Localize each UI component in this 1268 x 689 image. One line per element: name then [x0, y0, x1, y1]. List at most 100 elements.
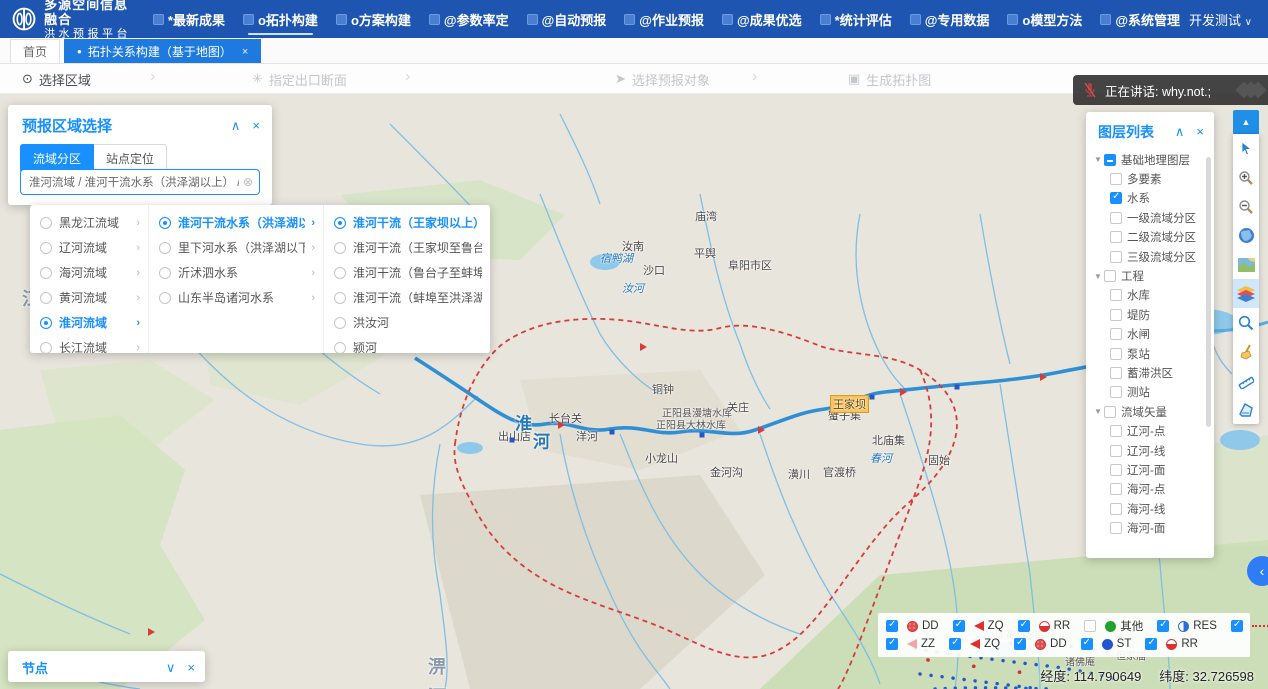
layer-item-dike[interactable]: 堤防: [1094, 305, 1214, 324]
checkbox[interactable]: [1104, 270, 1116, 282]
layer-item-liaohe-polygon[interactable]: 辽河-面: [1094, 460, 1214, 479]
checkbox[interactable]: [1157, 620, 1169, 632]
layer-item-basin-l3[interactable]: 三级流域分区: [1094, 247, 1214, 266]
clear-input-icon[interactable]: ⊗: [243, 175, 253, 189]
checkbox[interactable]: [1014, 638, 1026, 650]
layer-item-basin-l2[interactable]: 二级流域分区: [1094, 228, 1214, 247]
nav-item-result-selection[interactable]: @成果优选: [713, 0, 811, 38]
checkbox[interactable]: [1110, 445, 1122, 457]
checkbox[interactable]: [1084, 620, 1096, 632]
nav-item-latest-results[interactable]: *最新成果: [144, 0, 234, 38]
cascade-option-shandong-peninsula-system[interactable]: 山东半岛诸河水系›: [149, 285, 323, 310]
checkbox[interactable]: [1110, 328, 1122, 340]
cascade-option-changjiang[interactable]: 长江流域›: [30, 335, 148, 353]
step-generate-topology[interactable]: ▣ 生成拓扑图: [848, 64, 931, 94]
checkbox[interactable]: [1110, 251, 1122, 263]
layer-item-gauge-station[interactable]: 测站: [1094, 383, 1214, 402]
nav-item-scheme-build[interactable]: o方案构建: [327, 0, 420, 38]
checkbox[interactable]: [1110, 503, 1122, 515]
nav-item-statistical-evaluation[interactable]: *统计评估: [811, 0, 901, 38]
checkbox[interactable]: [1110, 309, 1122, 321]
cascade-option-hongruhe[interactable]: 洪汝河: [324, 310, 490, 335]
clear-broom-icon[interactable]: [1233, 337, 1259, 366]
cascade-option-wangjiaba-lutaizi[interactable]: 淮河干流（王家坝至鲁台子）: [324, 235, 490, 260]
legend-item-boundary[interactable]: 边界: [1231, 618, 1268, 634]
scrollbar[interactable]: [1206, 157, 1211, 427]
layer-item-liaohe-line[interactable]: 辽河-线: [1094, 441, 1214, 460]
step-forecast-objects[interactable]: ➤ 选择预报对象: [615, 64, 710, 94]
close-icon[interactable]: ×: [252, 118, 260, 134]
checkbox[interactable]: [886, 620, 898, 632]
collapse-icon[interactable]: ∧: [231, 118, 241, 134]
expand-arrow-icon[interactable]: ▼: [1094, 407, 1104, 416]
legend-item-res[interactable]: RES: [1157, 620, 1217, 632]
layer-item-multielement[interactable]: 多要素: [1094, 169, 1214, 188]
legend-item-other[interactable]: 其他: [1084, 618, 1143, 634]
cascade-option-yishusi-system[interactable]: 沂沭泗水系›: [149, 260, 323, 285]
nav-item-model-method[interactable]: o模型方法: [998, 0, 1091, 38]
tab-topology-map[interactable]: ● 拓扑关系构建（基于地图） ×: [64, 39, 261, 63]
checkbox[interactable]: [1110, 464, 1122, 476]
layer-item-sluice[interactable]: 水闸: [1094, 325, 1214, 344]
checkbox[interactable]: [1110, 212, 1122, 224]
checkbox[interactable]: [886, 638, 898, 650]
region-path-input[interactable]: 淮河流域 / 淮河干流水系（洪泽湖以上） / 淮河干流（王家坝... ⊗: [20, 169, 260, 195]
cascade-option-liaohe[interactable]: 辽河流域›: [30, 235, 148, 260]
cascade-option-bengbu-hongzehu[interactable]: 淮河干流（蚌埠至洪泽湖）: [324, 285, 490, 310]
legend-item-dd2[interactable]: DD: [1014, 638, 1067, 650]
checkbox[interactable]: [1110, 386, 1122, 398]
legend-item-dd[interactable]: DD: [886, 620, 939, 632]
measure-area-icon[interactable]: [1233, 395, 1259, 424]
cascade-option-huaihe[interactable]: 淮河流域›: [30, 310, 148, 335]
search-icon[interactable]: [1233, 308, 1259, 337]
layer-item-water-system[interactable]: 水系: [1094, 189, 1214, 208]
collapse-icon[interactable]: ∧: [1175, 124, 1185, 140]
nav-item-auto-forecast[interactable]: @自动预报: [518, 0, 616, 38]
checkbox[interactable]: [1145, 638, 1157, 650]
legend-item-zz[interactable]: ZZ: [886, 638, 935, 650]
checkbox[interactable]: [1104, 154, 1116, 166]
expand-arrow-icon[interactable]: ▼: [1094, 272, 1104, 281]
close-icon[interactable]: ×: [1196, 124, 1204, 140]
checkbox[interactable]: [1110, 425, 1122, 437]
checkbox[interactable]: [1110, 522, 1122, 534]
basemap-icon[interactable]: [1233, 250, 1259, 279]
legend-item-rr[interactable]: RR: [1018, 620, 1071, 632]
pointer-tool-icon[interactable]: [1233, 134, 1259, 163]
layer-item-pump-station[interactable]: 泵站: [1094, 344, 1214, 363]
zoom-out-icon[interactable]: [1233, 192, 1259, 221]
layer-item-haihe-point[interactable]: 海河-点: [1094, 480, 1214, 499]
checkbox[interactable]: [949, 638, 961, 650]
measure-distance-icon[interactable]: [1233, 366, 1259, 395]
step-outlet-section[interactable]: ✳ 指定出口断面: [252, 64, 347, 94]
zoom-in-icon[interactable]: [1233, 163, 1259, 192]
checkbox[interactable]: [1110, 173, 1122, 185]
cascade-option-yinghe[interactable]: 颍河: [324, 335, 490, 353]
expand-arrow-icon[interactable]: ▼: [1094, 155, 1104, 164]
close-icon[interactable]: ×: [187, 660, 195, 676]
layer-item-haihe-polygon[interactable]: 海河-面: [1094, 518, 1214, 536]
legend-item-zq[interactable]: ZQ: [953, 620, 1004, 632]
nav-item-parameter-calibration[interactable]: @参数率定: [420, 0, 518, 38]
checkbox[interactable]: [1081, 638, 1093, 650]
checkbox[interactable]: [1110, 289, 1122, 301]
close-icon[interactable]: ×: [242, 46, 248, 58]
checkbox[interactable]: [1231, 620, 1243, 632]
checkbox[interactable]: [1110, 367, 1122, 379]
layer-item-liaohe-point[interactable]: 辽河-点: [1094, 421, 1214, 440]
cascade-option-heilongjiang[interactable]: 黑龙江流域›: [30, 210, 148, 235]
layer-item-haihe-line[interactable]: 海河-线: [1094, 499, 1214, 518]
cascade-option-lixiahe-system[interactable]: 里下河水系（洪泽湖以下）›: [149, 235, 323, 260]
layer-group-basin-vector[interactable]: ▼流域矢量: [1094, 402, 1214, 421]
cascade-option-haihe[interactable]: 海河流域›: [30, 260, 148, 285]
checkbox[interactable]: [1104, 406, 1116, 418]
checkbox[interactable]: [1110, 483, 1122, 495]
tab-home[interactable]: 首页: [10, 39, 60, 63]
checkbox[interactable]: [1018, 620, 1030, 632]
checkbox[interactable]: [1110, 192, 1122, 204]
checkbox[interactable]: [1110, 348, 1122, 360]
toolbar-collapse-button[interactable]: ▲: [1233, 110, 1259, 134]
layer-group-engineering[interactable]: ▼工程: [1094, 266, 1214, 285]
layer-item-flood-detention[interactable]: 蓄滞洪区: [1094, 363, 1214, 382]
layer-item-basin-l1[interactable]: 一级流域分区: [1094, 208, 1214, 227]
